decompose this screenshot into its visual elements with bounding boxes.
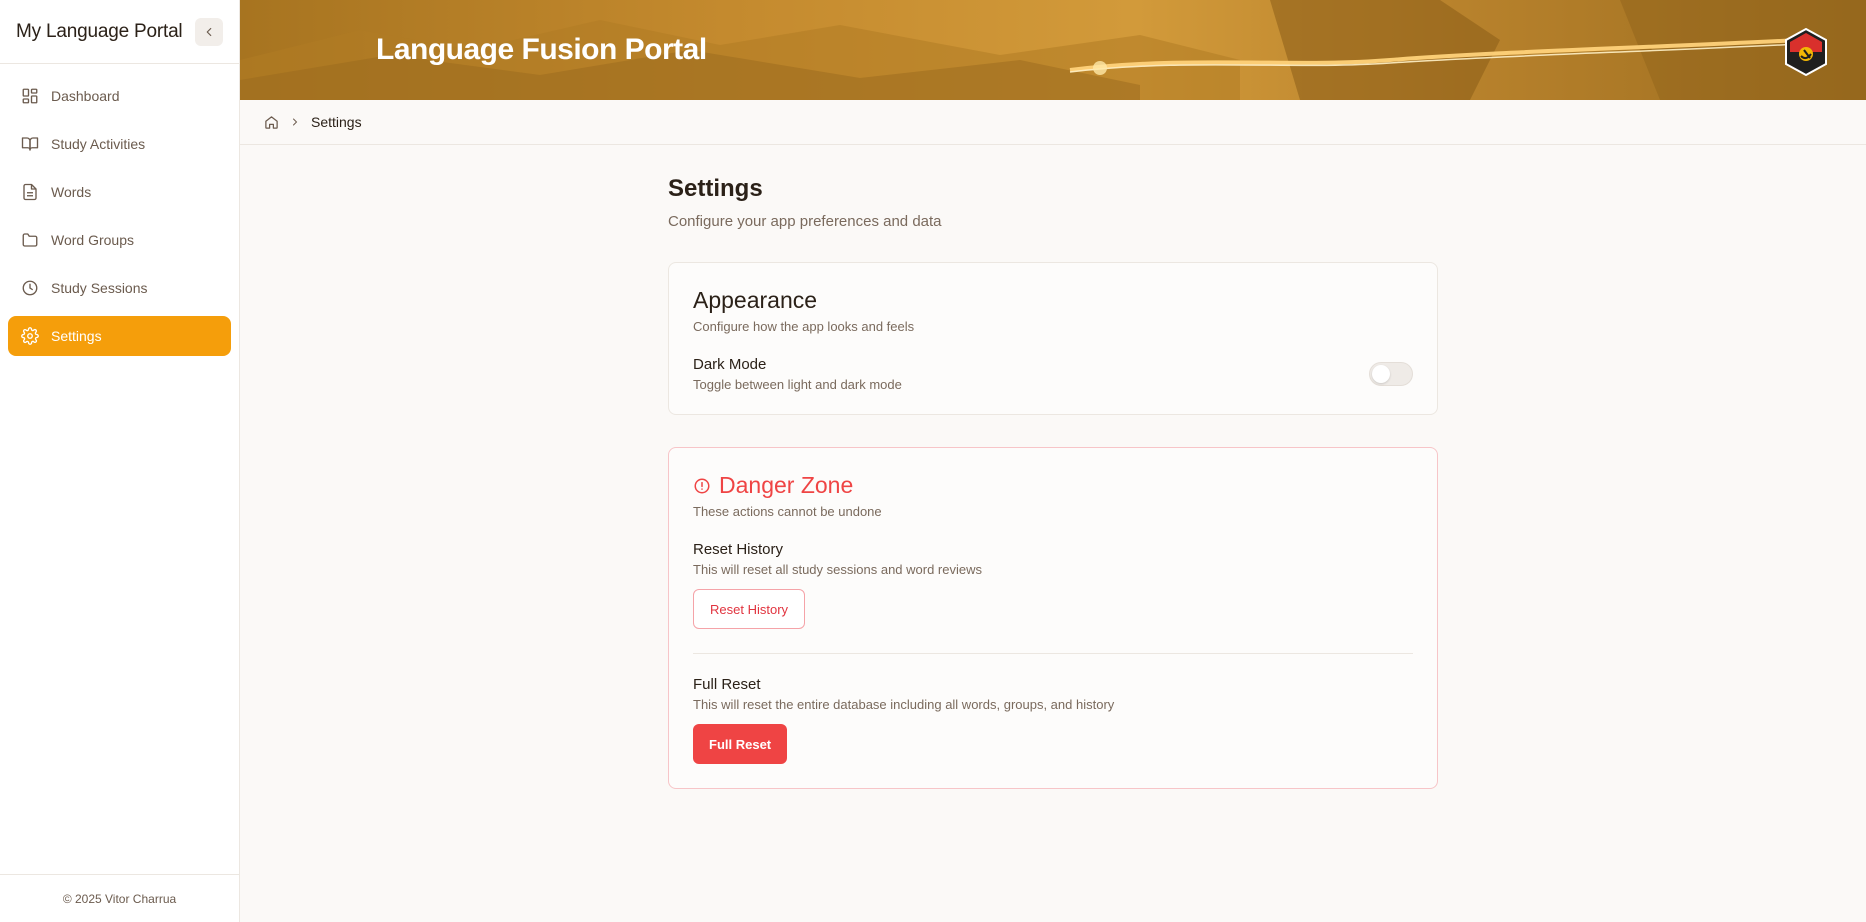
sidebar-footer: © 2025 Vitor Charrua [0, 874, 239, 922]
page-subtitle: Configure your app preferences and data [668, 213, 942, 230]
dark-mode-toggle[interactable] [1369, 362, 1413, 386]
danger-zone-card: Danger Zone These actions cannot be undo… [668, 447, 1438, 789]
file-text-icon [23, 183, 37, 201]
breadcrumb-current: Settings [311, 114, 362, 130]
app-root: My Language Portal Dashboard Study Activ… [0, 0, 1866, 922]
chevron-left-icon [206, 27, 212, 36]
sidebar-item-label: Study Activities [51, 136, 146, 152]
dark-mode-label: Dark Mode [693, 356, 767, 373]
toggle-knob [1372, 365, 1390, 383]
sidebar-item-label: Study Sessions [51, 280, 148, 296]
sidebar-item-label: Settings [51, 328, 102, 344]
sidebar-item-label: Dashboard [51, 88, 120, 104]
reset-history-button[interactable]: Reset History [693, 589, 806, 629]
sidebar-item-study-activities[interactable]: Study Activities [8, 124, 231, 164]
collapse-sidebar-button[interactable] [195, 17, 223, 46]
danger-zone-description: These actions cannot be undone [693, 504, 882, 519]
sidebar: My Language Portal Dashboard Study Activ… [0, 0, 240, 922]
folder-icon [22, 233, 38, 247]
main-area: Language Fusion Portal Settings Settings… [240, 0, 1866, 922]
divider [693, 653, 1413, 654]
settings-content: Settings Configure your app preferences … [668, 145, 1438, 789]
full-reset-label: Full Reset [693, 676, 761, 693]
alert-circle-icon [694, 478, 710, 493]
sidebar-nav: Dashboard Study Activities Words Word Gr… [0, 64, 239, 368]
chevron-right-icon [293, 118, 298, 126]
full-reset-description: This will reset the entire database incl… [693, 697, 1115, 712]
reset-history-label: Reset History [693, 541, 784, 558]
sidebar-item-words[interactable]: Words [8, 172, 231, 212]
sidebar-item-settings[interactable]: Settings [8, 316, 231, 356]
sidebar-item-label: Words [51, 184, 92, 200]
reset-history-section: Reset History This will reset all study … [693, 541, 1413, 629]
sidebar-item-word-groups[interactable]: Word Groups [8, 220, 231, 260]
appearance-card: Appearance Configure how the app looks a… [668, 262, 1438, 415]
appearance-description: Configure how the app looks and feels [693, 319, 915, 334]
dark-mode-row: Dark Mode Toggle between light and dark … [693, 356, 1413, 392]
dark-mode-description: Toggle between light and dark mode [693, 377, 902, 392]
header-banner: Language Fusion Portal [240, 0, 1866, 100]
full-reset-section: Full Reset This will reset the entire da… [693, 676, 1413, 764]
dashboard-icon [22, 88, 38, 104]
banner-title: Language Fusion Portal [376, 33, 707, 66]
sidebar-header: My Language Portal [0, 0, 239, 64]
appearance-title: Appearance [693, 287, 818, 313]
danger-zone-title: Danger Zone [719, 472, 854, 498]
clock-icon [22, 280, 38, 296]
page-title: Settings [668, 175, 763, 202]
home-icon[interactable] [264, 115, 279, 130]
book-open-icon [21, 137, 39, 151]
sidebar-item-dashboard[interactable]: Dashboard [8, 76, 231, 116]
reset-history-description: This will reset all study sessions and w… [693, 562, 982, 577]
full-reset-button[interactable]: Full Reset [693, 724, 788, 764]
sidebar-item-label: Word Groups [51, 232, 134, 248]
gear-icon [21, 327, 39, 345]
made-in-angola-badge-icon [1785, 28, 1827, 76]
brand-title: My Language Portal [16, 20, 183, 42]
sidebar-item-study-sessions[interactable]: Study Sessions [8, 268, 231, 308]
breadcrumb: Settings [240, 100, 1866, 145]
